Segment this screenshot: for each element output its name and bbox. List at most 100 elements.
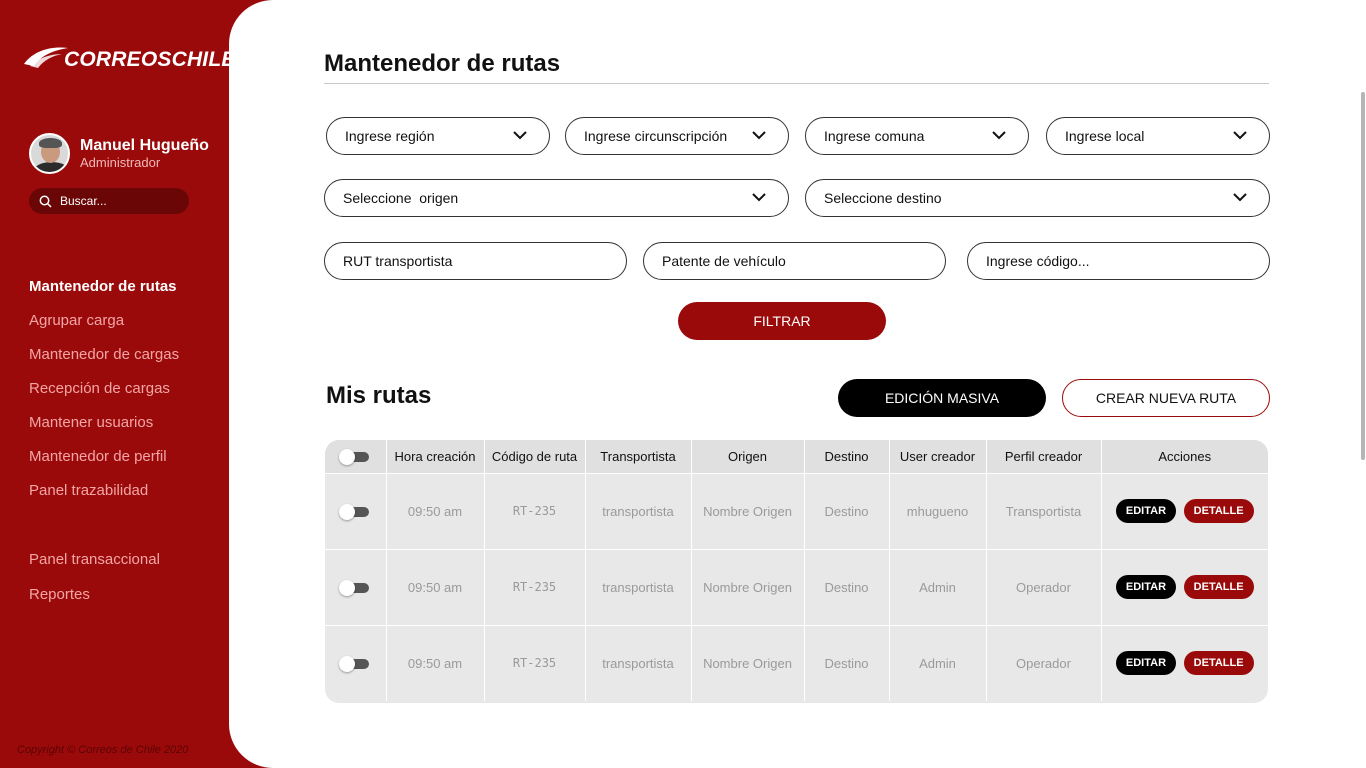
cell-acciones: EDITAR DETALLE bbox=[1101, 549, 1268, 626]
chevron-down-icon bbox=[752, 131, 766, 140]
avatar bbox=[29, 133, 70, 174]
cell-origen: Nombre Origen bbox=[691, 473, 805, 550]
cell-codigo: RT-235 bbox=[484, 473, 586, 550]
cell-acciones: EDITAR DETALLE bbox=[1101, 473, 1268, 550]
logo-text: CORREOSCHILE bbox=[64, 48, 236, 71]
codigo-input[interactable] bbox=[986, 253, 1227, 269]
column-header[interactable]: Destino bbox=[804, 440, 890, 474]
origen-select-label: Seleccione origen bbox=[343, 190, 459, 206]
column-header: Acciones bbox=[1101, 440, 1268, 474]
column-header[interactable]: Origen bbox=[691, 440, 805, 474]
user-profile[interactable]: Manuel Hugueño Administrador bbox=[29, 133, 209, 174]
cell-destino: Destino bbox=[804, 473, 890, 550]
mass-edit-button[interactable]: EDICIÓN MASIVA bbox=[838, 379, 1046, 417]
cell-hora: 09:50 am bbox=[386, 473, 485, 550]
column-header[interactable]: Código de ruta bbox=[484, 440, 586, 474]
routes-title: Mis rutas bbox=[326, 382, 432, 409]
comuna-select[interactable]: Ingrese comuna bbox=[805, 117, 1029, 155]
cell-perfil: Operador bbox=[986, 549, 1102, 626]
search-icon bbox=[39, 194, 53, 208]
filter-button[interactable]: FILTRAR bbox=[678, 302, 886, 340]
profile-name: Manuel Hugueño bbox=[80, 136, 209, 154]
chevron-down-icon bbox=[752, 193, 766, 202]
chevron-down-icon bbox=[513, 131, 527, 140]
column-header[interactable]: Perfil creador bbox=[986, 440, 1102, 474]
codigo-field[interactable] bbox=[967, 242, 1270, 280]
nav-item-mantener-usuarios[interactable]: Mantener usuarios bbox=[29, 413, 179, 447]
circunscripcion-select[interactable]: Ingrese circunscripción bbox=[565, 117, 789, 155]
correoschile-logo[interactable]: CORREOSCHILE bbox=[22, 42, 236, 72]
sidebar-search[interactable] bbox=[29, 188, 189, 214]
cell-user: Admin bbox=[889, 625, 987, 701]
cell-hora: 09:50 am bbox=[386, 625, 485, 701]
edit-button[interactable]: EDITAR bbox=[1115, 575, 1177, 599]
chevron-down-icon bbox=[1233, 131, 1247, 140]
row-toggle[interactable] bbox=[339, 580, 370, 597]
profile-role: Administrador bbox=[80, 154, 161, 170]
cell-perfil: Operador bbox=[986, 625, 1102, 701]
table-row: 09:50 am RT-235 transportista Nombre Ori… bbox=[325, 473, 1268, 550]
local-select-label: Ingrese local bbox=[1065, 128, 1145, 144]
nav-item-mantenedor-cargas[interactable]: Mantenedor de cargas bbox=[29, 345, 179, 379]
routes-table: Hora creación Código de ruta Transportis… bbox=[325, 440, 1268, 703]
nav-item-mantenedor-rutas[interactable]: Mantenedor de rutas bbox=[29, 277, 179, 311]
cell-acciones: EDITAR DETALLE bbox=[1101, 625, 1268, 701]
detail-button[interactable]: DETALLE bbox=[1183, 499, 1254, 523]
cell-transportista: transportista bbox=[585, 549, 692, 626]
rut-field[interactable] bbox=[324, 242, 627, 280]
cell-transportista: transportista bbox=[585, 625, 692, 701]
cell-codigo: RT-235 bbox=[484, 549, 586, 626]
cell-destino: Destino bbox=[804, 549, 890, 626]
cell-transportista: transportista bbox=[585, 473, 692, 550]
page-title: Mantenedor de rutas bbox=[324, 50, 561, 77]
origen-select[interactable]: Seleccione origen bbox=[324, 179, 789, 217]
row-toggle[interactable] bbox=[339, 656, 370, 673]
nav-item-mantenedor-perfil[interactable]: Mantenedor de perfil bbox=[29, 447, 179, 481]
wing-logo-icon bbox=[24, 47, 68, 68]
detail-button[interactable]: DETALLE bbox=[1183, 651, 1254, 676]
nav-item-recepcion-cargas[interactable]: Recepción de cargas bbox=[29, 379, 179, 413]
nav-item-panel-trazabilidad[interactable]: Panel trazabilidad bbox=[29, 481, 179, 515]
nav-item-panel-transaccional[interactable]: Panel transaccional bbox=[29, 550, 160, 585]
column-header[interactable]: Hora creación bbox=[386, 440, 485, 474]
sidebar: CORREOSCHILE Manuel Hugueño Administrado… bbox=[0, 0, 240, 768]
destino-select[interactable]: Seleccione destino bbox=[805, 179, 1270, 217]
secondary-nav: Panel transaccional Reportes bbox=[29, 550, 160, 620]
comuna-select-label: Ingrese comuna bbox=[824, 128, 925, 144]
detail-button[interactable]: DETALLE bbox=[1183, 575, 1254, 599]
scrollbar[interactable] bbox=[1361, 92, 1365, 460]
cell-perfil: Transportista bbox=[986, 473, 1102, 550]
destino-select-label: Seleccione destino bbox=[824, 190, 942, 206]
title-divider bbox=[324, 83, 1269, 84]
table-row: 09:50 am RT-235 transportista Nombre Ori… bbox=[325, 549, 1268, 626]
edit-button[interactable]: EDITAR bbox=[1115, 651, 1177, 676]
column-header[interactable]: Transportista bbox=[585, 440, 692, 474]
cell-origen: Nombre Origen bbox=[691, 549, 805, 626]
patente-input[interactable] bbox=[662, 253, 903, 269]
chevron-down-icon bbox=[1233, 193, 1247, 202]
search-input[interactable] bbox=[60, 194, 180, 208]
cell-user: Admin bbox=[889, 549, 987, 626]
cell-codigo: RT-235 bbox=[484, 625, 586, 701]
main-nav: Mantenedor de rutas Agrupar carga Manten… bbox=[29, 277, 179, 515]
rut-input[interactable] bbox=[343, 253, 584, 269]
local-select[interactable]: Ingrese local bbox=[1046, 117, 1270, 155]
cell-hora: 09:50 am bbox=[386, 549, 485, 626]
cell-destino: Destino bbox=[804, 625, 890, 701]
new-route-button[interactable]: CREAR NUEVA RUTA bbox=[1062, 379, 1270, 417]
column-header[interactable]: User creador bbox=[889, 440, 987, 474]
row-toggle[interactable] bbox=[339, 504, 370, 521]
cell-user: mhugueno bbox=[889, 473, 987, 550]
cell-origen: Nombre Origen bbox=[691, 625, 805, 701]
patente-field[interactable] bbox=[643, 242, 946, 280]
region-select[interactable]: Ingrese región bbox=[326, 117, 550, 155]
select-all-toggle-cell bbox=[325, 440, 387, 474]
edit-button[interactable]: EDITAR bbox=[1115, 499, 1177, 523]
copyright: Copyright © Correos de Chile 2020 bbox=[17, 744, 189, 756]
select-all-toggle[interactable] bbox=[339, 449, 370, 466]
nav-item-reportes[interactable]: Reportes bbox=[29, 585, 160, 620]
nav-item-agrupar-carga[interactable]: Agrupar carga bbox=[29, 311, 179, 345]
table-header: Hora creación Código de ruta Transportis… bbox=[325, 440, 1268, 474]
circunscripcion-select-label: Ingrese circunscripción bbox=[584, 128, 728, 144]
table-row: 09:50 am RT-235 transportista Nombre Ori… bbox=[325, 625, 1268, 701]
